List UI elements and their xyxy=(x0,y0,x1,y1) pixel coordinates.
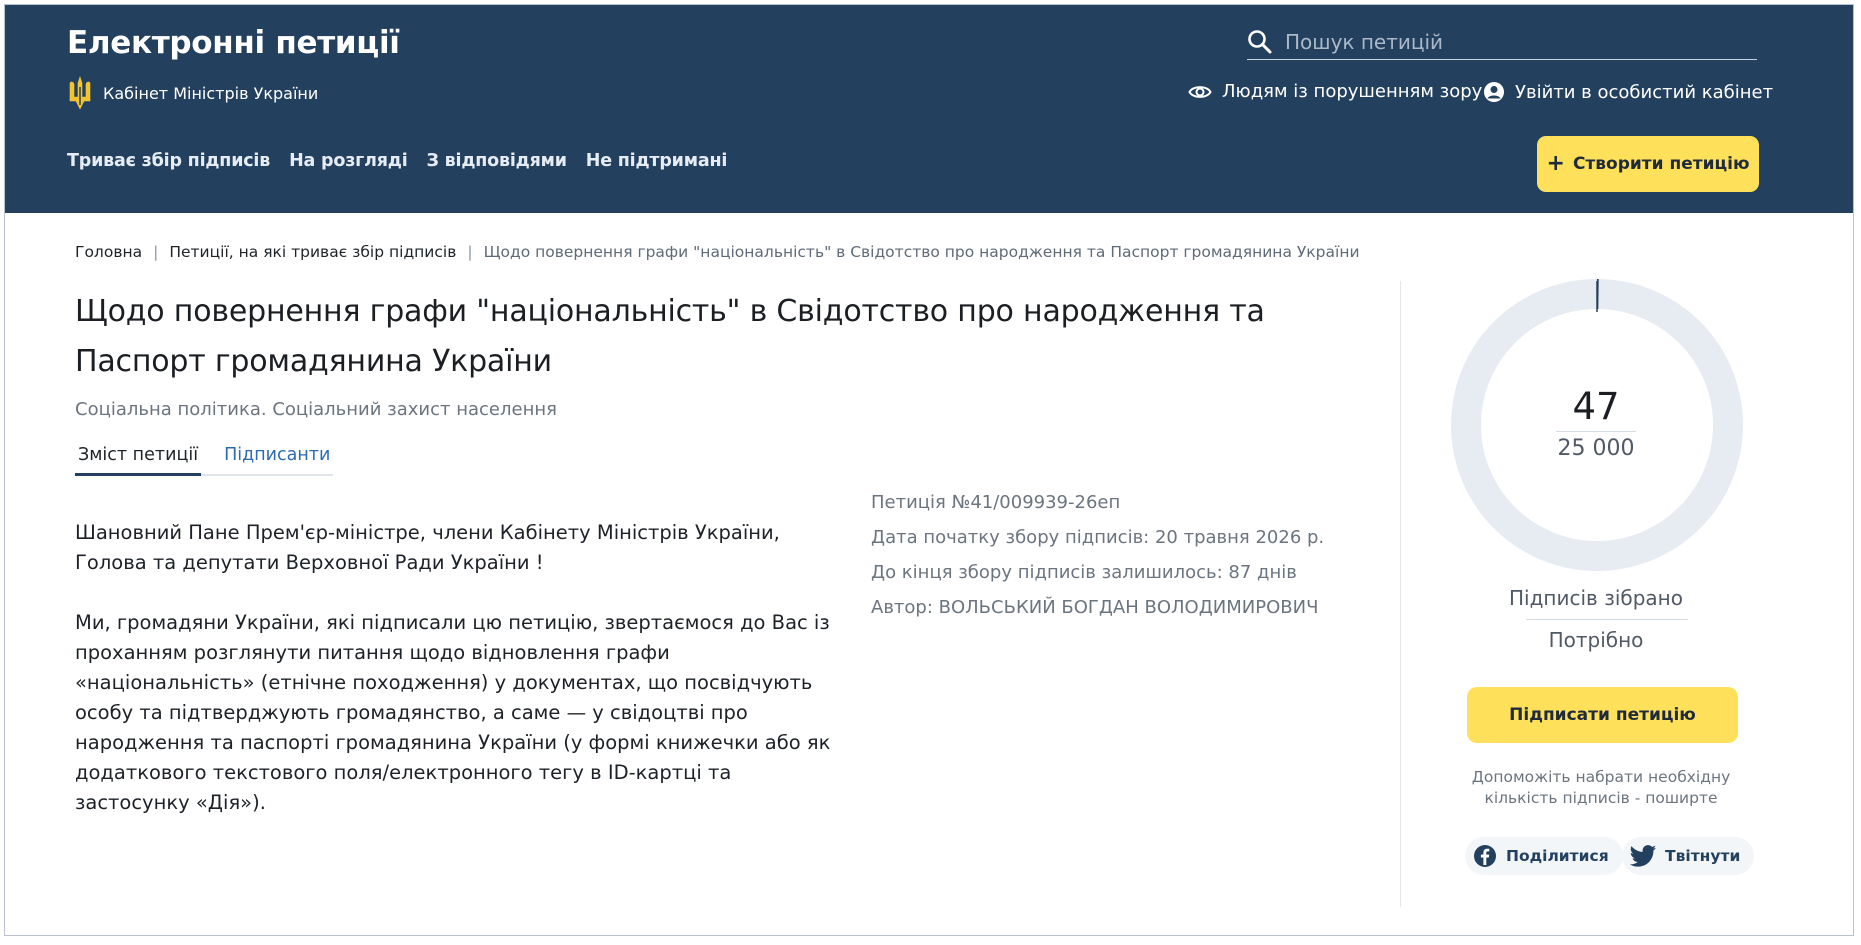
tab-signers[interactable]: Підписанти xyxy=(221,441,333,474)
eye-icon xyxy=(1188,85,1212,98)
nav-item-answered[interactable]: З відповідями xyxy=(427,151,567,171)
petition-remaining: До кінця збору підписів залишилось: 87 д… xyxy=(871,562,1297,583)
main-nav: Триває збір підписів На розгляді З відпо… xyxy=(67,151,727,171)
user-icon xyxy=(1484,82,1504,102)
sign-petition-button[interactable]: Підписати петицію xyxy=(1467,687,1738,743)
petition-body: Шановний Пане Прем'єр-міністре, члени Ка… xyxy=(75,518,835,848)
search-bar[interactable] xyxy=(1247,25,1757,60)
login-link[interactable]: Увійти в особистий кабінет xyxy=(1483,81,1773,103)
create-petition-button[interactable]: + Створити петицію xyxy=(1537,136,1759,192)
site-title[interactable]: Електронні петиції xyxy=(67,25,400,61)
twitter-icon xyxy=(1630,845,1656,867)
label-divider xyxy=(1526,619,1688,620)
search-input[interactable] xyxy=(1283,29,1757,55)
breadcrumb-current: Щодо повернення графи "національність" в… xyxy=(483,243,1360,261)
signatures-collected-label: Підписів зібрано xyxy=(1509,586,1683,610)
petition-title: Щодо повернення графи "національність" в… xyxy=(75,294,1265,379)
petition-category: Соціальна політика. Соціальний захист на… xyxy=(75,399,557,420)
petition-meta: Петиція №41/009939-26еп Дата початку збо… xyxy=(871,485,1324,625)
plus-icon: + xyxy=(1546,151,1565,176)
share-help-text: Допоможіть набрати необхідну кількість п… xyxy=(1471,768,1731,807)
petition-paragraph: Шановний Пане Прем'єр-міністре, члени Ка… xyxy=(75,521,780,574)
site-header: Електронні петиції Кабінет Міністрів Укр… xyxy=(5,5,1853,213)
count-divider xyxy=(1556,431,1636,432)
signatures-collected-value: 47 xyxy=(1572,385,1620,428)
nav-item-collecting[interactable]: Триває збір підписів xyxy=(67,151,270,171)
breadcrumb: Головна | Петиції, на які триває збір пі… xyxy=(75,243,1360,261)
nav-item-not-supported[interactable]: Не підтримані xyxy=(586,151,728,171)
accessibility-link[interactable]: Людям із порушенням зору xyxy=(1188,81,1482,102)
share-twitter-label: Твітнути xyxy=(1665,847,1741,865)
nav-item-under-review[interactable]: На розгляді xyxy=(289,151,408,171)
breadcrumb-separator: | xyxy=(467,243,473,261)
tab-content[interactable]: Зміст петиції xyxy=(75,441,202,476)
accessibility-label: Людям із порушенням зору xyxy=(1222,81,1483,102)
signatures-required-label: Потрібно xyxy=(1548,628,1644,652)
cabinet-label: Кабінет Міністрів України xyxy=(103,83,319,103)
petition-author: Автор: ВОЛЬСЬКИЙ БОГДАН ВОЛОДИМИРОВИЧ xyxy=(871,597,1319,618)
breadcrumb-home[interactable]: Головна xyxy=(75,243,142,261)
breadcrumb-section[interactable]: Петиції, на які триває збір підписів xyxy=(169,243,456,261)
petition-paragraph: Ми, громадяни України, які підписали цю … xyxy=(75,611,831,814)
share-twitter-button[interactable]: Твітнути xyxy=(1622,837,1755,875)
petition-start-date: Дата початку збору підписів: 20 травня 2… xyxy=(871,527,1325,548)
search-icon[interactable] xyxy=(1247,29,1273,55)
share-facebook-button[interactable]: Поділитися xyxy=(1465,837,1623,875)
share-facebook-label: Поділитися xyxy=(1506,847,1609,865)
create-petition-label: Створити петицію xyxy=(1572,154,1750,174)
trident-icon xyxy=(69,76,91,110)
cabinet-link[interactable]: Кабінет Міністрів України xyxy=(67,75,318,111)
facebook-icon xyxy=(1474,845,1496,867)
petition-tabs: Зміст петиції Підписанти xyxy=(75,441,334,476)
signature-count: 47 25 000 xyxy=(1501,385,1691,461)
page: Електронні петиції Кабінет Міністрів Укр… xyxy=(4,4,1854,936)
signatures-required-value: 25 000 xyxy=(1557,436,1635,461)
petition-number: Петиція №41/009939-26еп xyxy=(871,492,1121,513)
breadcrumb-separator: | xyxy=(153,243,159,261)
sidebar-divider xyxy=(1400,281,1401,907)
login-label: Увійти в особистий кабінет xyxy=(1515,81,1774,103)
